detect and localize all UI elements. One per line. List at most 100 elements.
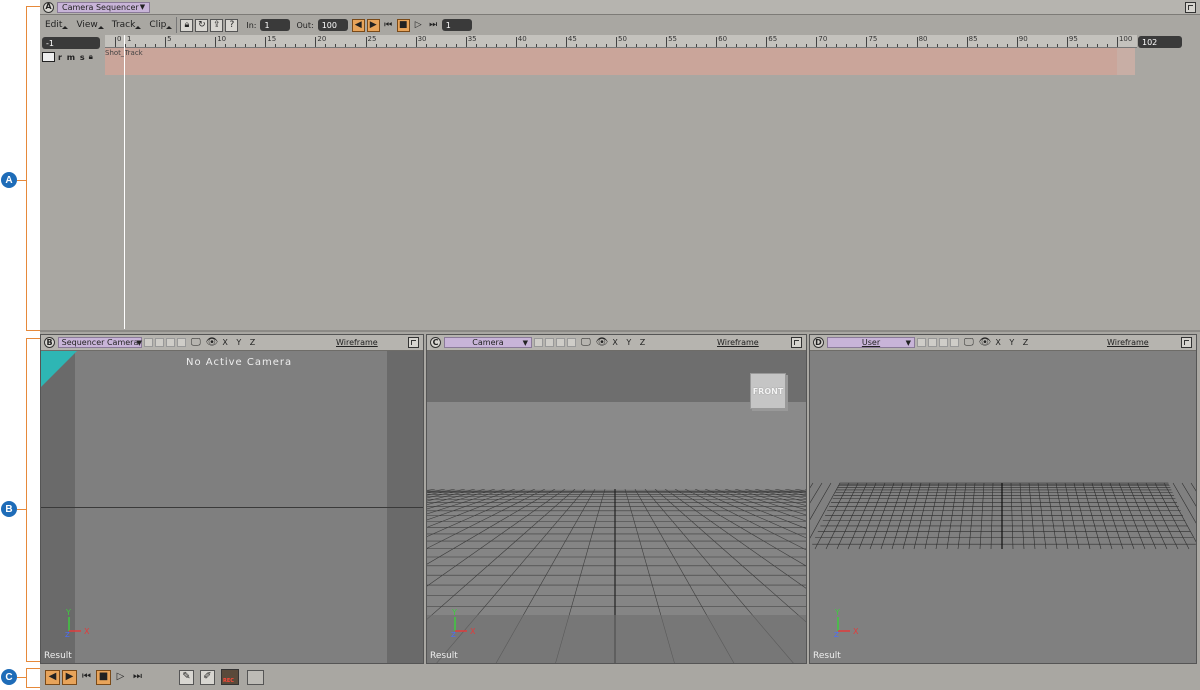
go-start-button[interactable]: ◀ bbox=[45, 669, 60, 685]
menu-view[interactable]: View bbox=[76, 20, 103, 30]
viewport-user[interactable]: D User ▼ 🖵 👁︎ X Y Z Wireframe Y X Z Resu… bbox=[809, 334, 1197, 664]
stop-icon: ■ bbox=[398, 19, 408, 30]
sequencer-title: Camera Sequencer bbox=[62, 2, 139, 12]
viewport-b-shading[interactable]: Wireframe bbox=[336, 338, 378, 347]
play-forward-button[interactable]: ▷ bbox=[412, 19, 425, 32]
viewport-camera[interactable]: C Camera ▼ 🖵 👁︎ X Y Z Wireframe FRONT Y … bbox=[426, 334, 807, 664]
timeline-ruler[interactable]: 0 1 5 10 15 20 25 30 35 40 45 50 55 60 65 70 75 80 85 90 95 1… bbox=[105, 35, 1137, 48]
menu-track[interactable]: Track bbox=[112, 20, 142, 30]
refresh-button[interactable]: ↻ bbox=[195, 18, 209, 32]
layout-toggle[interactable] bbox=[950, 338, 959, 347]
maximize-icon[interactable] bbox=[1181, 337, 1192, 348]
key-edit-button[interactable]: ✐ bbox=[200, 669, 215, 685]
track-toggles[interactable]: r m s bbox=[58, 53, 86, 62]
film-icon bbox=[42, 52, 55, 62]
callout-badge-b: B bbox=[1, 501, 17, 517]
stop-button[interactable]: ■ bbox=[396, 18, 410, 32]
maximize-icon[interactable] bbox=[1185, 2, 1196, 13]
ruler-tick bbox=[425, 44, 427, 47]
ruler-tick-label: 45 bbox=[567, 35, 577, 43]
callout-badge-c: C bbox=[1, 669, 17, 685]
menu-edit[interactable]: Edit bbox=[45, 20, 68, 30]
ruler-tick bbox=[636, 44, 638, 47]
ruler-tick bbox=[225, 44, 227, 47]
track-lane[interactable] bbox=[105, 48, 1135, 75]
viewport-sequencer-camera[interactable]: B Sequencer Camera ▼ 🖵 👁︎ X Y Z Wirefram… bbox=[40, 334, 424, 664]
ruler-tick bbox=[195, 44, 197, 47]
layout-toggle[interactable] bbox=[144, 338, 153, 347]
monitor-icon[interactable]: 🖵 bbox=[191, 337, 201, 348]
ruler-tick bbox=[385, 44, 387, 47]
in-label: In: bbox=[246, 20, 257, 30]
stop-button[interactable]: ■ bbox=[96, 669, 111, 685]
layout-toggle[interactable] bbox=[928, 338, 937, 347]
view-cube[interactable]: FRONT bbox=[750, 373, 786, 409]
layout-toggle[interactable] bbox=[939, 338, 948, 347]
track-lock-icon[interactable]: 🔒︎ bbox=[89, 52, 93, 62]
monitor-icon[interactable]: 🖵 bbox=[964, 337, 974, 348]
key-set-button[interactable]: ✎ bbox=[179, 669, 194, 685]
go-start-button[interactable]: ◀ bbox=[351, 18, 365, 32]
prev-key-button[interactable]: ⏮ bbox=[382, 19, 395, 32]
layout-toggle[interactable] bbox=[917, 338, 926, 347]
panel-letter-c: C bbox=[430, 337, 441, 348]
layout-toggle[interactable] bbox=[567, 338, 576, 347]
layout-toggle[interactable] bbox=[545, 338, 554, 347]
viewport-b-axes[interactable]: X Y Z bbox=[222, 338, 258, 347]
viewport-c-shading[interactable]: Wireframe bbox=[717, 338, 759, 347]
viewport-d-axes[interactable]: X Y Z bbox=[995, 338, 1031, 347]
ruler-tick bbox=[946, 44, 948, 47]
viewport-c-camera-dropdown[interactable]: Camera ▼ bbox=[444, 337, 532, 348]
go-start-icon: ◀ bbox=[48, 671, 57, 682]
ruler-tick bbox=[325, 44, 327, 47]
maximize-icon[interactable] bbox=[791, 337, 802, 348]
go-end-button[interactable]: ⏭ bbox=[427, 19, 440, 32]
layout-toggle[interactable] bbox=[534, 338, 543, 347]
prev-key-button[interactable]: ⏮ bbox=[79, 670, 94, 685]
ruler-tick bbox=[295, 44, 297, 47]
eye-icon[interactable]: 👁︎ bbox=[206, 337, 219, 348]
eye-icon[interactable]: 👁︎ bbox=[596, 337, 609, 348]
ruler-tick bbox=[375, 44, 377, 47]
playhead[interactable] bbox=[124, 35, 125, 329]
ruler-start-field[interactable]: -1 bbox=[42, 37, 100, 49]
in-field[interactable]: 1 bbox=[260, 19, 291, 31]
gizmo-y-label: Y bbox=[451, 608, 457, 617]
film-strip-button[interactable] bbox=[247, 669, 264, 685]
ruler-tick bbox=[615, 37, 617, 47]
maximize-icon[interactable] bbox=[408, 337, 419, 348]
viewport-c-axes[interactable]: X Y Z bbox=[612, 338, 648, 347]
lock-button[interactable]: 🔒︎ bbox=[180, 18, 194, 32]
current-frame-field[interactable]: 1 bbox=[441, 19, 472, 31]
layout-toggle[interactable] bbox=[155, 338, 164, 347]
menu-clip[interactable]: Clip bbox=[149, 20, 172, 30]
ruler-tick bbox=[535, 44, 537, 47]
monitor-icon[interactable]: 🖵 bbox=[581, 337, 591, 348]
out-field[interactable]: 100 bbox=[317, 19, 348, 31]
sequencer-title-dropdown[interactable]: Camera Sequencer ▼ bbox=[57, 1, 151, 13]
eye-icon[interactable]: 👁︎ bbox=[979, 337, 992, 348]
record-button[interactable]: REC bbox=[221, 669, 239, 685]
viewport-b-camera-dropdown[interactable]: Sequencer Camera ▼ bbox=[58, 337, 142, 348]
viewport-c-result: Result bbox=[430, 651, 458, 661]
play-button[interactable]: ▶ bbox=[366, 18, 380, 32]
viewport-d-camera-dropdown[interactable]: User ▼ bbox=[827, 337, 915, 348]
prev-key-icon: ⏮ bbox=[384, 19, 393, 30]
play-button[interactable]: ▶ bbox=[62, 669, 77, 685]
camera-sync-button[interactable]: ⇪ bbox=[210, 18, 224, 32]
viewport-d-shading[interactable]: Wireframe bbox=[1107, 338, 1149, 347]
layout-toggle[interactable] bbox=[556, 338, 565, 347]
callout-bracket-b bbox=[26, 338, 41, 662]
go-end-button[interactable]: ⏭ bbox=[130, 670, 145, 685]
layout-toggle[interactable] bbox=[177, 338, 186, 347]
ruler-tick-label: 50 bbox=[617, 35, 627, 43]
help-button[interactable]: ? bbox=[225, 18, 239, 32]
layout-toggle[interactable] bbox=[166, 338, 175, 347]
ruler-end-field[interactable]: 102 bbox=[1138, 36, 1182, 48]
chevron-down-icon: ▼ bbox=[905, 338, 911, 347]
ruler-tick bbox=[215, 37, 217, 47]
play-forward-button[interactable]: ▷ bbox=[113, 670, 128, 685]
out-label: Out: bbox=[296, 20, 314, 30]
ruler-tick bbox=[125, 44, 127, 47]
sequencer-panel: A Camera Sequencer ▼ Edit View Track Cli… bbox=[40, 0, 1200, 332]
